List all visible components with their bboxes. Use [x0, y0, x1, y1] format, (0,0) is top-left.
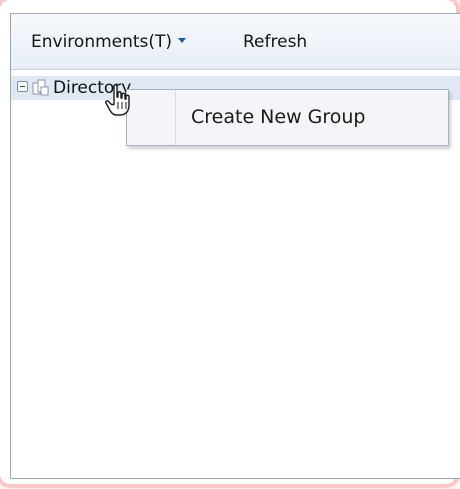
- context-menu: Create New Group: [126, 89, 449, 146]
- menu-item-label: Create New Group: [191, 106, 366, 128]
- menu-item-create-new-group[interactable]: Create New Group: [127, 90, 448, 145]
- refresh-button[interactable]: Refresh: [243, 32, 307, 52]
- tree-node-label: Directory: [53, 78, 132, 98]
- app-window: Environments(T) Refresh Directory Create…: [0, 0, 460, 489]
- dropdown-arrow-icon: [178, 37, 187, 43]
- toolbar: Environments(T) Refresh: [11, 14, 460, 70]
- environments-menu-label: Environments(T): [31, 32, 173, 52]
- directory-panel: Environments(T) Refresh Directory: [10, 13, 460, 479]
- environments-menu-button[interactable]: Environments(T): [31, 32, 187, 52]
- collapse-minus-icon[interactable]: [17, 81, 28, 92]
- directory-icon: [32, 78, 50, 96]
